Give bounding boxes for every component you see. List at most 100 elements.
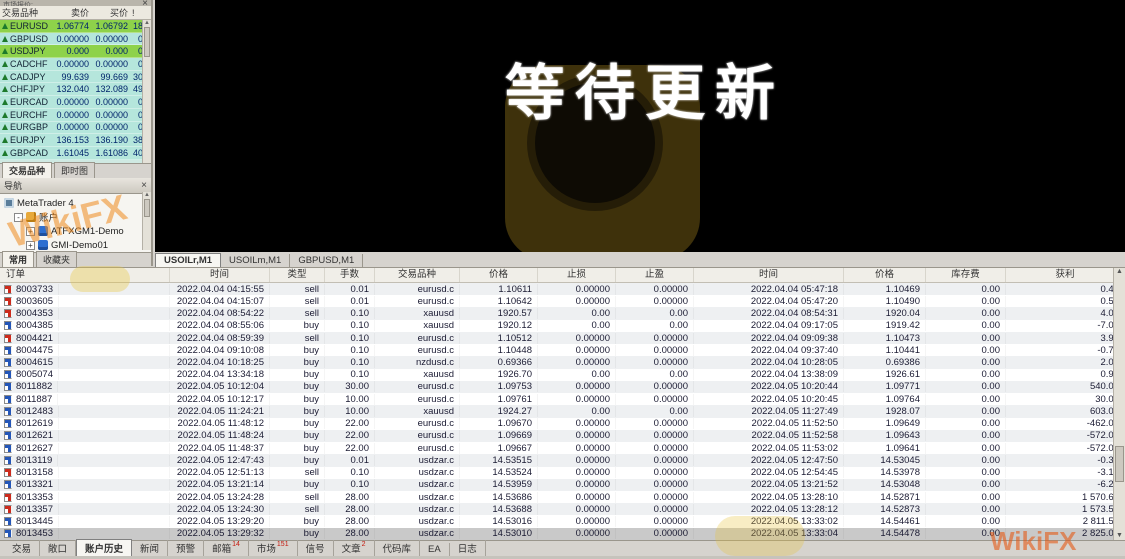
- market-watch-row[interactable]: CHFJPY 132.040 132.089 49: [0, 83, 151, 97]
- market-watch-row[interactable]: GBPCAD 1.61045 1.61086 40: [0, 146, 151, 160]
- market-watch-row[interactable]: EURCAD 0.00000 0.00000 0: [0, 96, 151, 109]
- history-column-header[interactable]: 类型: [270, 268, 325, 282]
- tab-common[interactable]: 常用: [2, 251, 35, 267]
- history-column-header[interactable]: 交易品种: [375, 268, 460, 282]
- navigator-tabs: 常用 收藏夹: [0, 251, 151, 267]
- tree-item-metatrader[interactable]: MetaTrader 4: [4, 196, 151, 210]
- market-watch-row[interactable]: EURCHF 0.00000 0.00000 0: [0, 108, 151, 122]
- history-row[interactable]: 8012621 2022.04.05 11:48:24 buy 22.00 eurusd…: [0, 429, 1125, 443]
- tab-favorites[interactable]: 收藏夹: [36, 251, 78, 267]
- history-cell: 1.10642: [460, 295, 538, 307]
- market-watch-row[interactable]: CADJPY 99.639 99.669 30: [0, 70, 151, 84]
- history-row[interactable]: 8012627 2022.04.05 11:48:37 buy 22.00 eurusd…: [0, 442, 1125, 455]
- history-cell: 1919.42: [844, 320, 926, 332]
- tree-item-accounts[interactable]: - 账户: [14, 210, 151, 224]
- history-column-header[interactable]: 止盈: [616, 268, 694, 282]
- history-cell: 0.00: [926, 283, 1006, 295]
- history-row[interactable]: 8004353 2022.04.04 08:54:22 sell 0.10 xauusd…: [0, 307, 1125, 320]
- order-sell-icon: [4, 284, 12, 294]
- history-column-header[interactable]: 手数: [325, 268, 375, 282]
- history-column-header[interactable]: 获利: [1006, 268, 1125, 282]
- history-row[interactable]: 8012483 2022.04.05 11:24:21 buy 10.00 xauusd…: [0, 405, 1125, 418]
- history-cell: 0.00000: [538, 491, 616, 503]
- bid-cell: 1.61045: [56, 147, 89, 158]
- close-icon[interactable]: ×: [142, 0, 148, 6]
- history-column-header[interactable]: 止损: [538, 268, 616, 282]
- column-alert[interactable]: !: [130, 8, 145, 18]
- tab-tick-chart[interactable]: 即时图: [54, 162, 96, 178]
- column-ask[interactable]: 买价: [91, 6, 130, 19]
- history-column-header[interactable]: 订单: [0, 268, 170, 282]
- order-cell: 8013119: [0, 454, 170, 466]
- tree-item-account[interactable]: + ATFXGM1-Demo: [26, 224, 151, 238]
- market-watch-row[interactable]: GBPUSD 0.00000 0.00000 0: [0, 32, 151, 46]
- history-row[interactable]: 8013353 2022.04.05 13:24:28 sell 28.00 usdza…: [0, 490, 1125, 504]
- market-watch-scrollbar[interactable]: ▲: [142, 20, 151, 163]
- history-row[interactable]: 8011887 2022.04.05 10:12:17 buy 10.00 eurusd…: [0, 393, 1125, 406]
- history-row[interactable]: 8004385 2022.04.04 08:55:06 buy 0.10 xauusd 1…: [0, 319, 1125, 332]
- terminal-tab-新闻[interactable]: 新闻: [132, 540, 169, 556]
- history-cell: 1.10490: [844, 295, 926, 307]
- history-row[interactable]: 8013357 2022.04.05 13:24:30 sell 28.00 usdza…: [0, 503, 1125, 516]
- history-row[interactable]: 8005074 2022.04.04 13:34:18 buy 0.10 xauusd 1…: [0, 368, 1125, 381]
- history-row[interactable]: 8013445 2022.04.05 13:29:20 buy 28.00 usdzar…: [0, 515, 1125, 528]
- expand-icon[interactable]: +: [26, 240, 35, 250]
- history-row[interactable]: 8013321 2022.04.05 13:21:14 buy 0.10 usdzar.…: [0, 478, 1125, 491]
- terminal-tab-EA[interactable]: EA: [420, 543, 450, 556]
- column-bid[interactable]: 卖价: [52, 6, 91, 19]
- terminal-tab-文章[interactable]: 文章 2: [334, 540, 375, 556]
- history-row[interactable]: 8004475 2022.04.04 09:10:08 buy 0.10 eurusd.…: [0, 344, 1125, 357]
- history-column-header[interactable]: 价格: [844, 268, 926, 282]
- history-row[interactable]: 8013453 2022.04.05 13:29:32 buy 28.00 usdzar…: [0, 527, 1125, 540]
- terminal-tab-邮箱[interactable]: 邮箱 14: [204, 540, 249, 556]
- symbol-cell: GBPUSD: [0, 34, 52, 44]
- history-column-header[interactable]: 时间: [694, 268, 844, 282]
- terminal-tab-预警[interactable]: 预警: [168, 540, 205, 556]
- history-cell: 0.00000: [616, 516, 694, 528]
- terminal-tab-账户历史[interactable]: 账户历史: [76, 539, 133, 556]
- metatrader-icon: [4, 198, 14, 208]
- history-row[interactable]: 8004615 2022.04.04 10:18:25 buy 0.10 nzdusd.…: [0, 356, 1125, 369]
- order-buy-icon: [4, 480, 12, 490]
- ask-cell: 0.00000: [95, 109, 128, 120]
- history-cell: 2022.04.05 12:47:43: [170, 454, 270, 466]
- terminal-tab-敞口[interactable]: 敞口: [40, 540, 77, 556]
- history-column-header[interactable]: 价格: [460, 268, 538, 282]
- market-watch-row[interactable]: EURUSD 1.06774 1.06792 18: [0, 20, 151, 33]
- history-row[interactable]: 8011882 2022.04.05 10:12:04 buy 30.00 eurusd…: [0, 380, 1125, 394]
- navigator-scrollbar[interactable]: ▲: [142, 192, 151, 250]
- history-scrollbar[interactable]: ▲ ▼: [1113, 268, 1125, 540]
- tree-item-label: 账户: [39, 213, 59, 224]
- history-row[interactable]: 8012619 2022.04.05 11:48:12 buy 22.00 eurusd…: [0, 417, 1125, 430]
- history-row[interactable]: 8013119 2022.04.05 12:47:43 buy 0.01 usdzar.…: [0, 454, 1125, 467]
- terminal-tab-代码库[interactable]: 代码库: [375, 540, 421, 556]
- tree-item-account[interactable]: + GMI-Demo01: [26, 238, 151, 252]
- history-row[interactable]: 8004421 2022.04.04 08:59:39 sell 0.10 eurusd…: [0, 331, 1125, 345]
- history-row[interactable]: 8003605 2022.04.04 04:15:07 sell 0.01 eurusd…: [0, 295, 1125, 308]
- market-watch-row[interactable]: CADCHF 0.00000 0.00000 0: [0, 58, 151, 71]
- order-cell: 8003605: [0, 295, 170, 307]
- chart-tab-usoilr[interactable]: USOILr,M1: [155, 253, 222, 267]
- history-column-header[interactable]: 库存费: [926, 268, 1006, 282]
- terminal-tab-日志[interactable]: 日志: [450, 540, 486, 556]
- chart-tab-usoilm[interactable]: USOILm,M1: [221, 254, 291, 267]
- close-icon[interactable]: ×: [141, 180, 147, 190]
- market-watch-row[interactable]: USDJPY 0.000 0.000 0: [0, 45, 151, 59]
- market-watch-row[interactable]: EURJPY 136.153 136.190 38: [0, 134, 151, 147]
- chart-tab-gbpusd[interactable]: GBPUSD,M1: [290, 254, 364, 267]
- terminal-tab-信号[interactable]: 信号: [298, 540, 334, 556]
- terminal-tab-市场[interactable]: 市场 151: [249, 540, 298, 556]
- symbol-cell: CADCHF: [0, 59, 52, 69]
- history-row[interactable]: 8003733 2022.04.04 04:15:55 sell 0.01 eurusd…: [0, 283, 1125, 296]
- history-column-header[interactable]: 时间: [170, 268, 270, 282]
- market-watch-row[interactable]: EURGBP 0.00000 0.00000 0: [0, 121, 151, 135]
- collapse-icon[interactable]: -: [14, 212, 23, 222]
- tab-symbols[interactable]: 交易品种: [2, 162, 53, 178]
- history-cell: 14.53524: [460, 467, 538, 479]
- expand-icon[interactable]: +: [26, 226, 35, 236]
- history-cell: 14.53515: [460, 454, 538, 466]
- column-symbol[interactable]: 交易品种: [0, 6, 52, 19]
- history-row[interactable]: 8013158 2022.04.05 12:51:13 sell 0.10 usdzar…: [0, 466, 1125, 479]
- chart-area[interactable]: 等待更新 FX: [155, 0, 1125, 252]
- terminal-tab-交易[interactable]: 交易: [4, 540, 41, 556]
